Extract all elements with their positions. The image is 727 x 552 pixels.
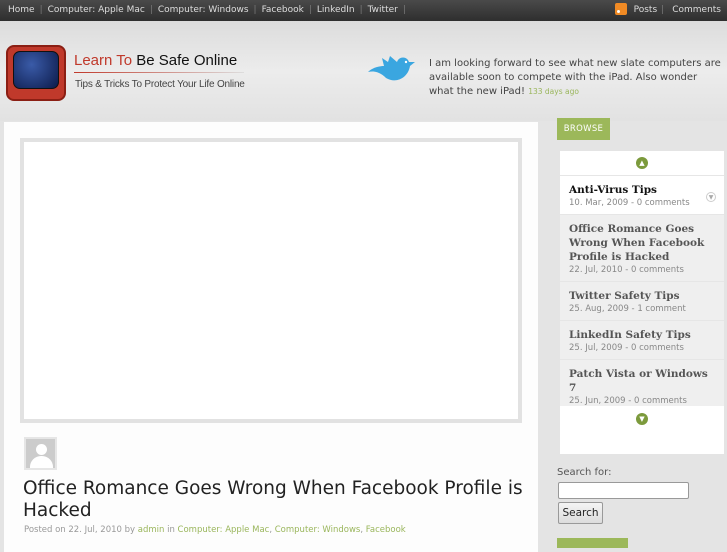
author-avatar <box>24 437 57 470</box>
browse-list: ▲ Anti-Virus Tips 10. Mar, 2009 - 0 comme… <box>560 151 724 454</box>
search-button[interactable]: Search <box>558 502 603 524</box>
search-input[interactable] <box>558 482 689 499</box>
scroll-down-icon[interactable]: ▼ <box>636 412 648 425</box>
comments-feed-link[interactable]: Comments <box>672 5 721 15</box>
site-tagline: Tips & Tricks To Protect Your Life Onlin… <box>75 79 245 90</box>
nav-apple-mac[interactable]: Computer: Apple Mac <box>44 5 149 15</box>
logo-divider <box>74 72 244 73</box>
nav-linkedin[interactable]: LinkedIn <box>313 5 359 15</box>
category-link[interactable]: Computer: Windows <box>275 525 361 535</box>
tv-logo-icon[interactable] <box>6 45 66 101</box>
sidebar-widget-header <box>557 538 628 548</box>
post-media-frame <box>20 138 522 423</box>
scroll-up-icon[interactable]: ▲ <box>636 157 648 169</box>
nav-windows[interactable]: Computer: Windows <box>154 5 253 15</box>
main-content: Office Romance Goes Wrong When Facebook … <box>4 122 538 552</box>
nav-facebook[interactable]: Facebook <box>258 5 308 15</box>
category-link[interactable]: Computer: Apple Mac <box>178 525 270 535</box>
post-meta: Posted on 22. Jul, 2010 by admin in Comp… <box>24 525 406 535</box>
post-title[interactable]: Office Romance Goes Wrong When Facebook … <box>23 478 533 522</box>
list-item[interactable]: LinkedIn Safety Tips 25. Jul, 2009 - 0 co… <box>560 320 724 359</box>
site-logo-title[interactable]: Learn To Be Safe Online <box>74 52 237 69</box>
list-item[interactable]: Anti-Virus Tips 10. Mar, 2009 - 0 comment… <box>560 175 724 214</box>
list-item[interactable]: Office Romance Goes Wrong When Facebook … <box>560 214 724 281</box>
list-item[interactable]: Twitter Safety Tips 25. Aug, 2009 - 1 com… <box>560 281 724 320</box>
nav-home[interactable]: Home <box>4 5 39 15</box>
list-item[interactable]: Patch Vista or Windows 7 25. Jun, 2009 - … <box>560 359 724 406</box>
rss-icon[interactable] <box>614 3 627 15</box>
nav-twitter[interactable]: Twitter <box>364 5 402 15</box>
author-link[interactable]: admin <box>138 525 165 535</box>
browse-button[interactable]: BROWSE <box>557 118 610 140</box>
tweet-time[interactable]: 133 days ago <box>528 87 579 96</box>
twitter-bird-icon <box>368 56 415 81</box>
latest-tweet: I am looking forward to see what new sla… <box>429 58 721 97</box>
chevron-down-icon[interactable]: ▼ <box>706 192 716 202</box>
top-nav-bar: Home | Computer: Apple Mac | Computer: Win… <box>0 0 727 21</box>
category-link[interactable]: Facebook <box>366 525 406 535</box>
search-label: Search for: <box>557 467 612 478</box>
posts-feed-link[interactable]: Posts <box>634 5 658 15</box>
